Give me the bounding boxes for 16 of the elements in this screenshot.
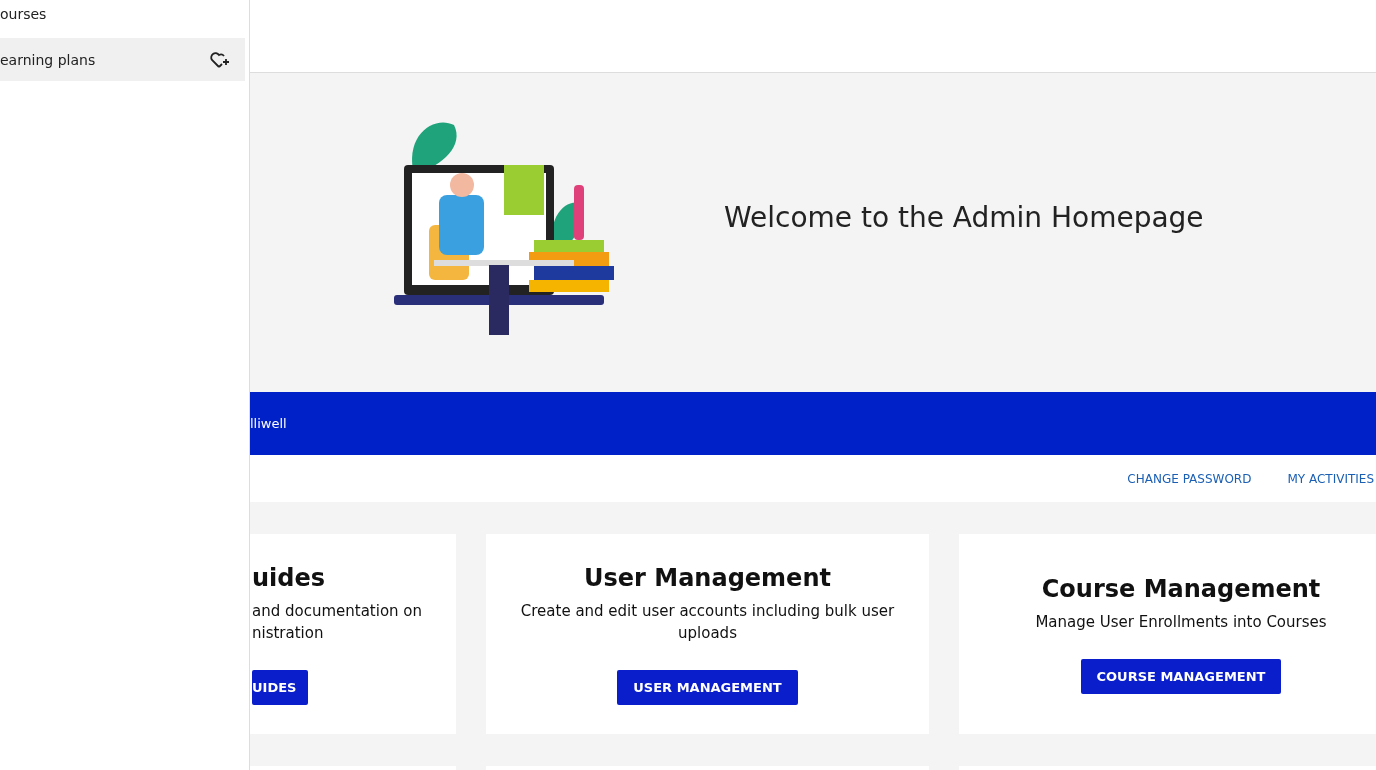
card-title: uides — [252, 563, 326, 592]
nav-link[interactable]: CHANGE PASSWORD — [1127, 471, 1252, 486]
nav-link[interactable]: MY ACTIVITIES — [1287, 471, 1374, 486]
sidebar-item[interactable]: ourses — [0, 4, 245, 30]
welcome-heading: Welcome to the Admin Homepage — [724, 201, 1204, 234]
card-title: User Management — [584, 563, 831, 592]
card-button[interactable]: UIDES — [252, 669, 309, 705]
card-button[interactable]: COURSE MANAGEMENT — [1080, 658, 1282, 694]
card-description: and documentation on nistration — [252, 600, 423, 644]
card-description: Manage User Enrollments into Courses — [1035, 611, 1327, 633]
card-description: Create and edit user accounts including bulk user uploads — [519, 600, 896, 644]
sidebar-item[interactable]: earning plans — [0, 38, 245, 81]
card-button[interactable]: USER MANAGEMENT — [617, 669, 798, 705]
card-title: Course Management — [1041, 574, 1321, 603]
heart-plus-icon[interactable] — [209, 49, 231, 70]
user-name: lliwell — [250, 416, 287, 431]
